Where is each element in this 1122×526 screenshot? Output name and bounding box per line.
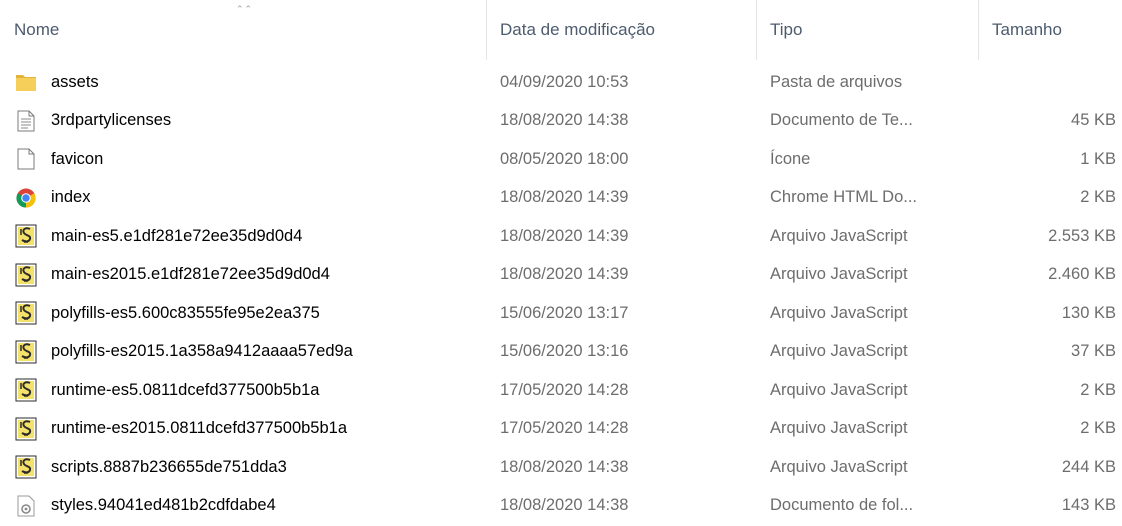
file-type: Ícone [770, 149, 811, 168]
file-name: favicon [51, 149, 104, 168]
file-name: main-es2015.e1df281e72ee35d9d0d4 [51, 265, 330, 284]
file-type: Chrome HTML Do... [770, 188, 918, 207]
file-size: 37 KB [1071, 342, 1116, 361]
javascript-file-icon [14, 340, 38, 364]
file-size: 1 KB [1080, 149, 1116, 168]
file-type: Arquivo JavaScript [770, 419, 908, 438]
file-row[interactable]: styles.94041ed481b2cdfdabe4 18/08/2020 14… [0, 487, 1122, 526]
folder-icon [14, 70, 38, 94]
column-header-name[interactable]: Nome [0, 0, 486, 60]
file-row[interactable]: main-es2015.e1df281e72ee35d9d0d4 18/08/20… [0, 256, 1122, 295]
file-name-cell[interactable]: index [14, 179, 484, 218]
file-name: polyfills-es5.600c83555fe95e2ea375 [51, 303, 320, 322]
file-size: 2.553 KB [1048, 226, 1116, 245]
file-row[interactable]: index 18/08/2020 14:39 Chrome HTML Do... 2 … [0, 179, 1122, 218]
file-date: 18/08/2020 14:39 [500, 226, 629, 245]
file-row[interactable]: runtime-es5.0811dcefd377500b5b1a 17/05/20… [0, 371, 1122, 410]
file-name: main-es5.e1df281e72ee35d9d0d4 [51, 226, 303, 245]
javascript-file-icon [14, 417, 38, 441]
file-row[interactable]: assets 04/09/2020 10:53 Pasta de arquivos [0, 63, 1122, 102]
file-type: Arquivo JavaScript [770, 265, 908, 284]
javascript-file-icon [14, 378, 38, 402]
column-header-date[interactable]: Data de modificação [486, 0, 756, 60]
column-header-type[interactable]: Tipo [756, 0, 978, 60]
file-date: 18/08/2020 14:38 [500, 111, 629, 130]
file-date: 18/08/2020 14:38 [500, 457, 629, 476]
file-name-cell[interactable]: main-es5.e1df281e72ee35d9d0d4 [14, 217, 484, 256]
file-name: runtime-es2015.0811dcefd377500b5b1a [51, 419, 348, 438]
file-row[interactable]: main-es5.e1df281e72ee35d9d0d4 18/08/2020 … [0, 217, 1122, 256]
file-name: index [51, 188, 91, 207]
file-name-cell[interactable]: main-es2015.e1df281e72ee35d9d0d4 [14, 256, 484, 295]
stylesheet-file-icon [14, 494, 38, 518]
file-type: Arquivo JavaScript [770, 226, 908, 245]
file-size: 2 KB [1080, 188, 1116, 207]
file-date: 17/05/2020 14:28 [500, 380, 629, 399]
file-type: Arquivo JavaScript [770, 380, 908, 399]
file-row[interactable]: scripts.8887b236655de751dda3 18/08/2020 1… [0, 448, 1122, 487]
file-type: Arquivo JavaScript [770, 342, 908, 361]
text-document-icon [14, 109, 38, 133]
file-row[interactable]: 3rdpartylicenses 18/08/2020 14:38 Document… [0, 102, 1122, 141]
file-list: assets 04/09/2020 10:53 Pasta de arquivos 3… [0, 63, 1122, 525]
file-size: 2 KB [1080, 419, 1116, 438]
file-size: 244 KB [1061, 457, 1116, 476]
blank-file-icon [14, 147, 38, 171]
column-header-size[interactable]: Tamanho [978, 0, 1122, 60]
file-size [980, 63, 1116, 102]
file-name: styles.94041ed481b2cdfdabe4 [51, 496, 276, 515]
file-size: 143 KB [1061, 496, 1116, 515]
file-name-cell[interactable]: polyfills-es2015.1a358a9412aaaa57ed9a [14, 333, 484, 372]
file-name: assets [51, 72, 99, 91]
file-date: 15/06/2020 13:17 [500, 303, 629, 322]
javascript-file-icon [14, 263, 38, 287]
file-type: Documento de Te... [770, 111, 913, 130]
file-date: 18/08/2020 14:38 [500, 496, 629, 515]
file-type: Pasta de arquivos [770, 72, 903, 91]
file-name-cell[interactable]: scripts.8887b236655de751dda3 [14, 448, 484, 487]
file-name-cell[interactable]: assets [14, 63, 484, 102]
file-size: 130 KB [1061, 303, 1116, 322]
file-type: Arquivo JavaScript [770, 457, 908, 476]
file-row[interactable]: runtime-es2015.0811dcefd377500b5b1a 17/05… [0, 410, 1122, 449]
file-row[interactable]: polyfills-es5.600c83555fe95e2ea375 15/06/… [0, 294, 1122, 333]
file-name-cell[interactable]: runtime-es2015.0811dcefd377500b5b1a [14, 410, 484, 449]
file-name-cell[interactable]: runtime-es5.0811dcefd377500b5b1a [14, 371, 484, 410]
file-name: polyfills-es2015.1a358a9412aaaa57ed9a [51, 342, 353, 361]
file-name-cell[interactable]: styles.94041ed481b2cdfdabe4 [14, 487, 484, 526]
file-date: 15/06/2020 13:16 [500, 342, 629, 361]
file-type: Arquivo JavaScript [770, 303, 908, 322]
file-size: 2.460 KB [1048, 265, 1116, 284]
column-header-bar: ⌃⌃ Nome Data de modificação Tipo Tamanho [0, 0, 1122, 60]
file-row[interactable]: polyfills-es2015.1a358a9412aaaa57ed9a 15/… [0, 333, 1122, 372]
file-name: scripts.8887b236655de751dda3 [51, 457, 287, 476]
file-date: 08/05/2020 18:00 [500, 149, 629, 168]
file-date: 04/09/2020 10:53 [500, 72, 629, 91]
file-name-cell[interactable]: polyfills-es5.600c83555fe95e2ea375 [14, 294, 484, 333]
file-row[interactable]: favicon 08/05/2020 18:00 Ícone 1 KB [0, 140, 1122, 179]
file-date: 18/08/2020 14:39 [500, 265, 629, 284]
file-type: Documento de fol... [770, 496, 914, 515]
file-size: 2 KB [1080, 380, 1116, 399]
file-date: 17/05/2020 14:28 [500, 419, 629, 438]
file-name: runtime-es5.0811dcefd377500b5b1a [51, 380, 320, 399]
javascript-file-icon [14, 301, 38, 325]
javascript-file-icon [14, 455, 38, 479]
chrome-icon [14, 186, 38, 210]
file-date: 18/08/2020 14:39 [500, 188, 629, 207]
file-name-cell[interactable]: 3rdpartylicenses [14, 102, 484, 141]
file-name-cell[interactable]: favicon [14, 140, 484, 179]
javascript-file-icon [14, 224, 38, 248]
file-size: 45 KB [1071, 111, 1116, 130]
file-name: 3rdpartylicenses [51, 111, 172, 130]
